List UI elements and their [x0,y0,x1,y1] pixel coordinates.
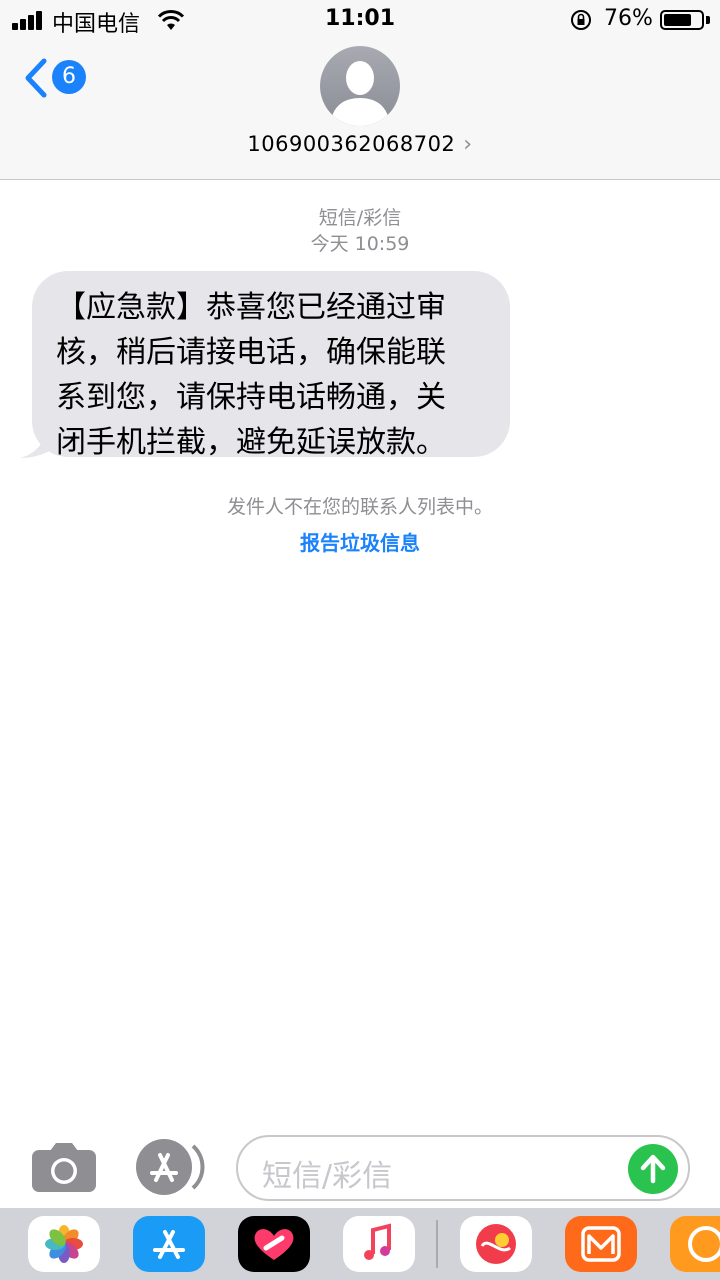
battery-tip [706,16,710,24]
battery-percent: 76% [604,6,653,31]
sender-not-in-contacts-note: 发件人不在您的联系人列表中。 [226,496,493,518]
contact-number: 106900362068702 [247,132,456,156]
contact-name[interactable]: 106900362068702 › [0,132,720,157]
chevron-right-icon: › [463,132,473,157]
drawer-divider [436,1220,438,1268]
chevron-left-icon [25,58,47,98]
message-line: 【应急款】恭喜您已经通过审 [56,290,446,325]
arrow-up-icon [640,1154,666,1184]
send-button[interactable] [628,1144,678,1194]
unread-count-badge: 6 [52,60,86,94]
music-icon[interactable] [343,1216,415,1272]
message-input[interactable]: 短信/彩信 [236,1135,690,1201]
back-button[interactable]: 6 [22,58,92,98]
mango-tv-icon[interactable] [565,1216,637,1272]
message-line: 系到您，请保持电话畅通，关 [56,380,446,415]
status-bar: 中国电信 11:01 76% [0,0,720,40]
app-store-icon[interactable] [133,1216,205,1272]
photos-icon[interactable] [28,1216,100,1272]
imessage-app-drawer [0,1208,720,1280]
message-line: 闭手机拦截，避免延误放款。 [56,425,446,460]
message-timestamp: 今天 10:59 [310,233,410,255]
person-silhouette-icon [330,61,390,126]
message-input-placeholder: 短信/彩信 [262,1159,393,1194]
message-line: 核，稍后请接电话，确保能联 [56,335,446,370]
conversation-header: 6 106900362068702 › [0,40,720,180]
battery-icon [660,10,704,30]
uc-browser-icon[interactable] [670,1216,720,1272]
battery-fill [664,14,692,26]
message-type-label: 短信/彩信 [318,207,402,229]
app-store-button[interactable] [134,1138,206,1196]
camera-icon[interactable] [32,1142,96,1192]
contact-avatar[interactable] [320,46,400,126]
incoming-message-bubble[interactable]: 【应急款】恭喜您已经通过审 核，稍后请接电话，确保能联 系到您，请保持电话畅通，… [32,271,510,460]
digital-touch-icon[interactable] [238,1216,310,1272]
rotation-lock-icon [571,10,591,30]
report-junk-link[interactable]: 报告垃圾信息 [0,527,720,556]
app-icon[interactable] [460,1216,532,1272]
